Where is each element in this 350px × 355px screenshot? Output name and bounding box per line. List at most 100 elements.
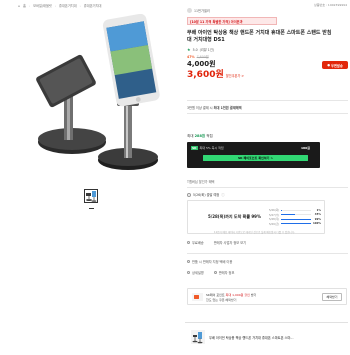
store-icon <box>213 271 217 274</box>
bar-track <box>281 214 311 216</box>
thumbnail-indicator <box>89 208 94 209</box>
bar-label: 5/29(금) <box>269 222 280 226</box>
bar-track <box>281 209 311 211</box>
star-icon: ★ <box>187 47 191 52</box>
home-icon[interactable]: ⌂ <box>18 4 20 8</box>
bar-fill <box>281 218 311 220</box>
chevron-right-icon: › <box>28 3 31 8</box>
truck-icon <box>187 192 191 197</box>
product-main-image[interactable] <box>20 13 180 184</box>
bar-label: 5/26(화) <box>269 209 280 213</box>
coupon-price-value: 3,600원 <box>187 70 224 80</box>
card-notice[interactable]: 3만원 이상 결제 시 최대 1천원 결제혜택 ⌄ <box>187 105 347 110</box>
thumbnail-image <box>86 191 97 202</box>
bar-label: 5/28(목) <box>269 218 280 222</box>
shipping-tab-label: 5/26(화) 출발 예정 <box>193 193 220 197</box>
divider <box>187 253 348 254</box>
benefit-row-text: 최대 5% 즉시 적립 <box>199 146 224 150</box>
discount-rate: 47% <box>187 54 195 59</box>
buy-button[interactable]: ● 우편발송 <box>322 61 348 69</box>
bar-pct: 99% <box>314 217 321 221</box>
bar-track <box>281 223 311 225</box>
pay-benefit-box: SK페이 포인트 최대 1,000원 할인 받기 한도 없는 쿠폰 혜택받기 혜… <box>187 288 347 305</box>
free-shipping-label: 무료배송 <box>192 241 204 245</box>
product-thumbnail[interactable] <box>84 189 98 203</box>
return-label: 반품 시 판매자 지정 택배 이용 <box>192 260 233 264</box>
detail-dropdowns: 상세설명 판매자 정보 <box>187 270 347 275</box>
bar-fill <box>281 223 311 225</box>
product-number: 상품번호 : 1902399994 <box>313 3 347 7</box>
delivery-footnote: 11번가 배송 데이터 기반으로 예측된 것으로 실제 배송일과 다를 수 있습… <box>214 231 295 234</box>
pay-suffix: 받기 <box>249 293 257 297</box>
pay-headline: SK페이 포인트 최대 1,000원 할인 받기 <box>206 293 256 297</box>
divider <box>187 100 348 101</box>
benefit-box: SK 최대 5% 즉시 적립 180원 SK 페이포인트 확인하기 > <box>187 142 320 168</box>
seller-info-link[interactable]: 판매자 사업자 정보 보기 <box>214 240 246 245</box>
delivery-headline: 5/28(목)까지 도착 확률 99% <box>208 214 261 219</box>
notice-bold: 최대 1천원 결제혜택 <box>213 106 242 110</box>
rating[interactable]: ★ 5.0 (리뷰 1건) <box>187 47 347 52</box>
seller-avatar <box>187 8 192 13</box>
benefit-row: SK 최대 5% 즉시 적립 180원 <box>191 146 310 150</box>
benefit-prefix: 최대 <box>187 134 194 138</box>
delivery-bars: 5/26(화) 1% 5/27(수) 45% 5/28(목) 99% 5/29(… <box>269 208 321 226</box>
seller-dropdown[interactable]: 판매자 정보 <box>213 270 235 275</box>
benefit-tag: SK <box>191 146 198 150</box>
bottom-product-title: 무배 아이언 탁상용 책상 핸드폰 거치대 휴대폰 스마트폰 스마... <box>209 336 294 340</box>
options-label: 상세설명 <box>192 271 204 275</box>
phone-stand-illustration <box>36 13 160 170</box>
benefit-button[interactable]: SK 페이포인트 확인하기 > <box>203 155 308 161</box>
get-benefit-button[interactable]: 혜택받기 <box>322 293 342 301</box>
buy-button-label: 우편발송 <box>331 63 343 68</box>
cart-icon: ● <box>327 63 331 67</box>
chevron-right-icon: › <box>79 3 81 8</box>
review-count: (리뷰 1건) <box>199 48 214 52</box>
breadcrumb: ⌂ 홈 › 모바일/태블릿 › 휴대폰거치대 › 휴대폰거치대 <box>18 3 102 9</box>
bottom-product-thumbnail <box>191 330 205 344</box>
pay-logo <box>192 293 203 301</box>
bar-pct: 45% <box>314 213 321 217</box>
rating-score: 5.0 <box>192 47 198 52</box>
seller-label: 판매자 정보 <box>218 271 235 275</box>
promo-text: [10분 11 가격 특별한 가격] 아이폰과 <box>190 19 243 24</box>
coupon-price-label: 할인쿠폰가 > <box>225 74 245 78</box>
options-dropdown[interactable]: 상세설명 <box>187 270 204 275</box>
bar-pct: 1% <box>316 208 321 212</box>
free-shipping-link[interactable]: 무료배송 <box>187 240 204 245</box>
seller-name: 11번가셀러 <box>194 9 210 13</box>
delivery-bar-row: 5/29(금) 100% <box>269 222 321 227</box>
divider <box>187 113 348 114</box>
breadcrumb-item[interactable]: 휴대폰거치대 <box>84 3 102 8</box>
bar-label: 5/27(수) <box>269 213 280 217</box>
pay-sub: 한도 없는 쿠폰 혜택받기 <box>206 298 237 302</box>
breadcrumb-item[interactable]: 홈 <box>23 3 26 8</box>
product-title: 무배 아이언 탁상용 책상 핸드폰 거치대 휴대폰 스마트폰 스탠드 받침대 거… <box>187 30 332 43</box>
bottom-sticky-product[interactable]: 무배 아이언 탁상용 책상 핸드폰 거치대 휴대폰 스마트폰 스마... <box>185 322 348 355</box>
seller-info[interactable]: 11번가셀러 <box>187 8 347 13</box>
truck-icon <box>187 241 190 244</box>
bar-pct: 100% <box>313 222 322 226</box>
divider <box>187 187 348 188</box>
sub-links: 무료배송 판매자 사업자 정보 보기 <box>187 240 347 245</box>
shipping-tab[interactable]: 5/26(화) 출발 예정 ⓘ <box>187 192 347 197</box>
list-icon <box>187 271 190 274</box>
return-info[interactable]: 반품 시 판매자 지정 택배 이용 <box>187 259 347 264</box>
thumbnail-image <box>192 332 203 344</box>
breadcrumb-item[interactable]: 휴대폰거치대 <box>59 3 77 8</box>
pay-highlight: 최대 1,000원 할인 <box>225 293 250 297</box>
delivery-estimate-box: 5/28(목)까지 도착 확률 99% 5/26(화) 1% 5/27(수) 4… <box>187 200 325 234</box>
chevron-right-icon: › <box>54 3 57 8</box>
benefit-heading[interactable]: 최대 288원 적립 <box>187 134 347 139</box>
return-icon <box>187 260 190 263</box>
benefit-suffix: 적립 <box>206 134 213 138</box>
benefit-value: 288원 <box>194 134 206 138</box>
notice-prefix: 3만원 이상 결제 시 <box>187 106 213 110</box>
promo-banner[interactable]: [10분 11 가격 특별한 가격] 아이폰과 <box>187 17 277 25</box>
benefit-row-amount: 180원 <box>300 146 310 150</box>
pay-prefix: SK페이 포인트 <box>206 293 225 297</box>
bar-track <box>281 218 311 220</box>
bar-fill <box>281 214 295 216</box>
info-icon: ⓘ <box>221 193 225 197</box>
breadcrumb-item[interactable]: 모바일/태블릿 <box>33 3 52 8</box>
membership-note: T멤버십 할인가 혜택 <box>187 180 215 184</box>
